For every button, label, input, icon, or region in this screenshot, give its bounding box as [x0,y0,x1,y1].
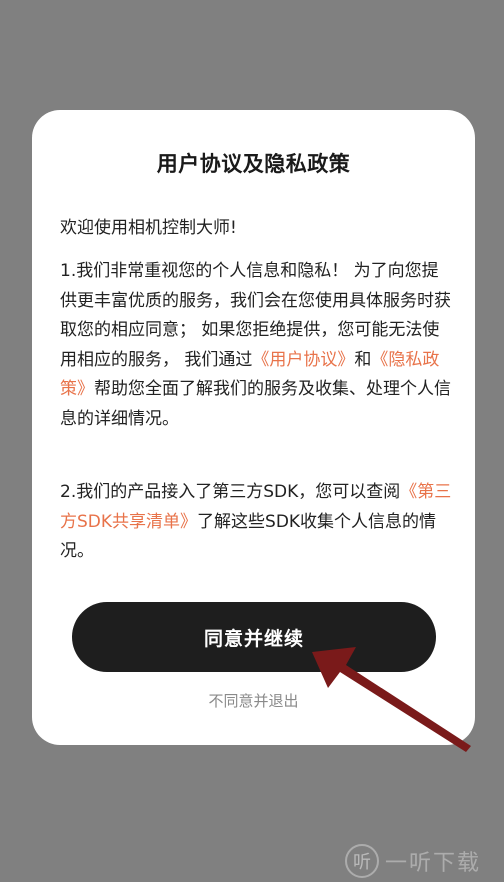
paragraph-2-text-a: 2.我们的产品接入了第三方SDK，您可以查阅 [60,482,401,502]
welcome-text: 欢迎使用相机控制大师! [60,218,237,238]
user-agreement-link[interactable]: 《用户协议》 [252,350,354,370]
watermark: 听 一听下载 [345,840,504,882]
paragraph-1-and: 和 [354,349,372,370]
paragraph-2: 2.我们的产品接入了第三方SDK，您可以查阅《第三方SDK共享清单》了解这些SD… [60,478,452,567]
paragraph-1-text-b: 帮助您全面了解我们的服务及收集、处理个人信息的详细情况。 [60,379,451,429]
dialog-title: 用户协议及隐私政策 [156,152,351,176]
watermark-logo-icon: 听 [345,844,379,878]
privacy-dialog: 用户协议及隐私政策 欢迎使用相机控制大师! 1.我们非常重视您的个人信息和隐私！… [32,110,475,745]
agree-continue-button[interactable]: 同意并继续 [72,602,436,672]
paragraph-1: 1.我们非常重视您的个人信息和隐私！ 为了向您提供更丰富优质的服务，我们会在您使… [60,257,452,434]
disagree-exit-link[interactable]: 不同意并退出 [32,690,475,711]
watermark-text: 一听下载 [385,851,482,876]
